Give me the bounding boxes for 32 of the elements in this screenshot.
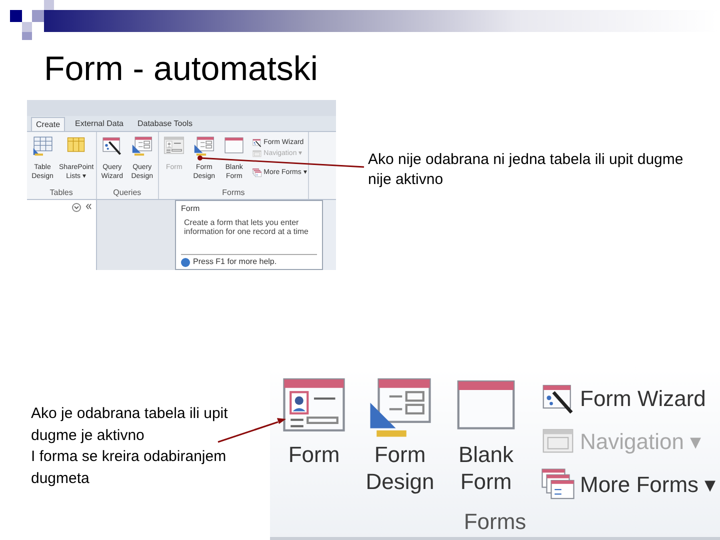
square-decoration	[10, 10, 22, 22]
help-icon	[181, 258, 190, 266]
stacked-forms-icon	[252, 168, 262, 178]
navigation-form-icon	[252, 148, 262, 158]
callout-text: Ako je odabrana tabela ili upit dugme je aktivno I forma se kreira odabiranjem dugmeta	[31, 404, 229, 488]
table-design-icon	[32, 135, 54, 157]
collapse-icon[interactable]	[85, 203, 92, 210]
group-label: Queries	[112, 188, 142, 199]
chevron-icon[interactable]	[72, 203, 81, 212]
slide-title: Form - automatski	[44, 49, 318, 90]
form-design-icon	[193, 135, 216, 157]
wand-icon	[252, 138, 262, 148]
square-decoration	[44, 0, 54, 10]
group-label: Forms	[462, 508, 528, 536]
group-label: Tables	[48, 188, 74, 199]
tooltip-title: Form	[181, 203, 201, 214]
ribbon-tab[interactable]: Database Tools	[133, 117, 196, 131]
ribbon-button[interactable]: More Forms ▾	[540, 465, 716, 505]
ribbon-button[interactable]: Form	[278, 373, 350, 505]
form-design-icon	[131, 135, 154, 157]
group-label: Forms	[221, 188, 246, 199]
ribbon-button[interactable]: Form Wizard	[540, 379, 716, 419]
callout-text: Ako nije odabrana ni jedna tabela ili upit dugme nije aktivno	[368, 150, 684, 190]
ribbon-tab[interactable]: External Data	[71, 117, 128, 131]
tooltip-text: Create a form that lets you enter information for one record at a time	[183, 218, 310, 236]
ribbon-button[interactable]: Form Design	[364, 373, 436, 505]
form-icon	[163, 135, 186, 157]
square-decoration	[32, 10, 44, 22]
ribbon-button[interactable]: Blank Form	[450, 373, 522, 505]
ribbon-tab[interactable]: Create	[31, 117, 66, 131]
help-text: Press F1 for more help.	[193, 256, 277, 268]
wand-icon	[101, 135, 124, 157]
